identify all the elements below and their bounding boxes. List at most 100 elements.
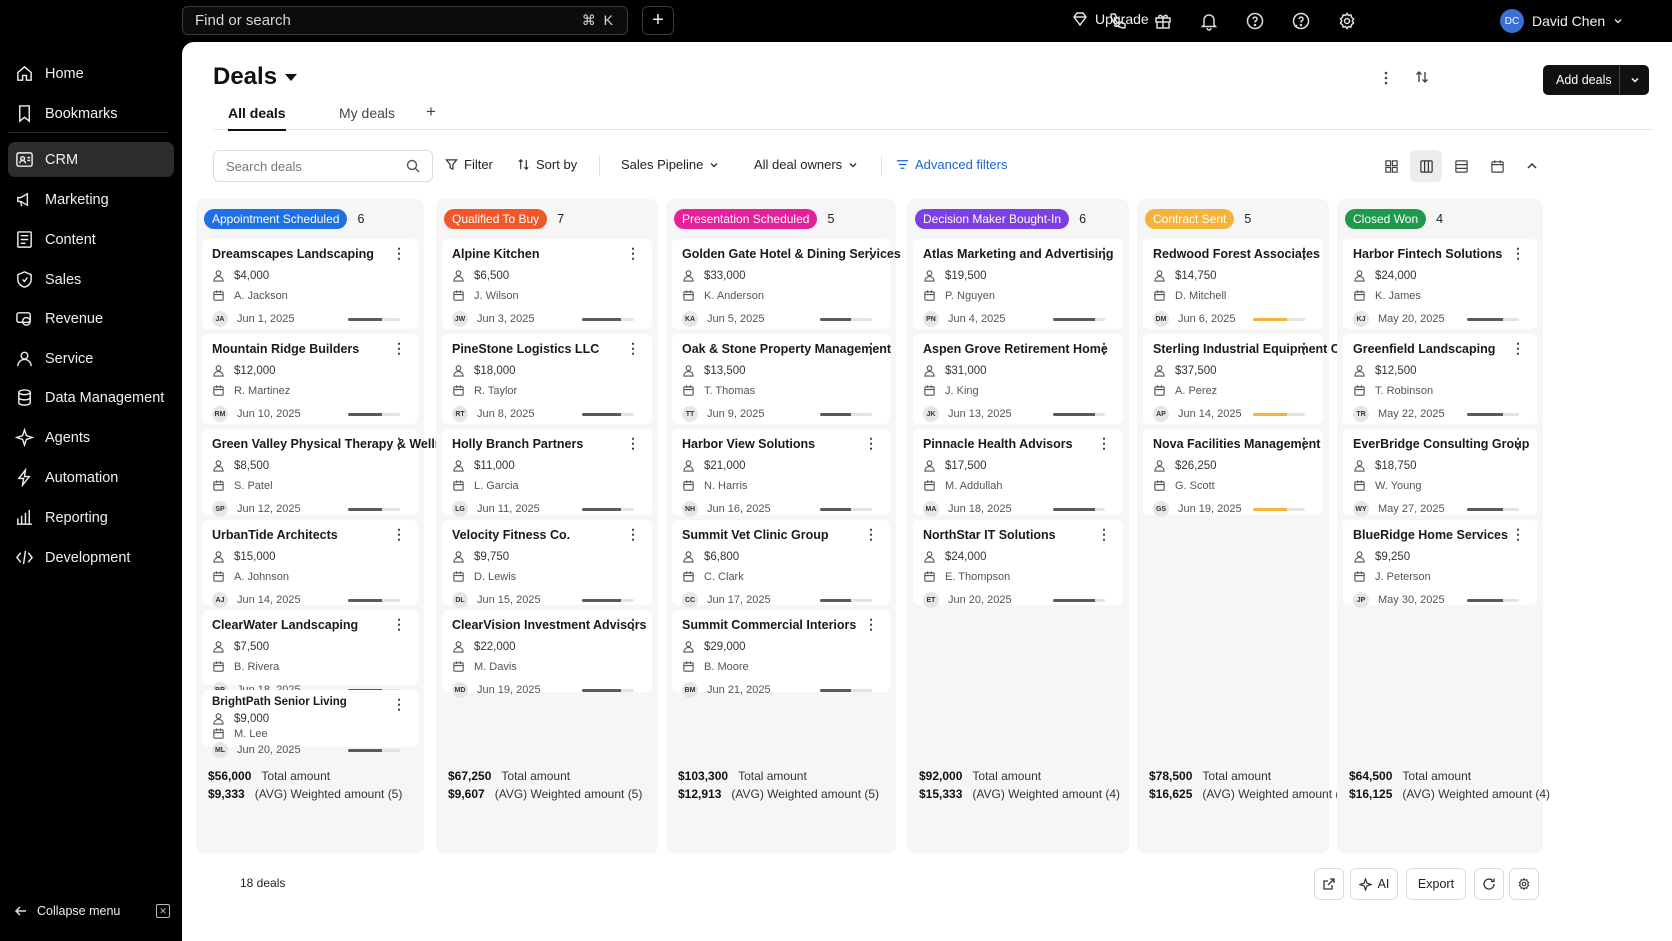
sidebar-item-reporting[interactable]: Reporting: [8, 500, 174, 535]
more-vertical-icon[interactable]: ⋮: [864, 616, 878, 633]
deal-title[interactable]: Velocity Fitness Co.: [452, 528, 570, 542]
more-vertical-icon[interactable]: ⋮: [392, 696, 406, 713]
deal-card[interactable]: ClearVision Investment Advisors ⋮ $22,00…: [442, 610, 652, 698]
more-vertical-icon[interactable]: ⋮: [1097, 526, 1111, 543]
deal-title[interactable]: ClearWater Landscaping: [212, 618, 358, 632]
view-calendar-button[interactable]: [1481, 150, 1513, 182]
deal-card[interactable]: Alpine Kitchen ⋮ $6,500 J. Wilson JW Jun …: [442, 239, 652, 329]
more-vertical-icon[interactable]: ⋮: [1097, 340, 1111, 357]
sidebar-item-automation[interactable]: Automation: [8, 460, 174, 495]
stage-badge[interactable]: Appointment Scheduled: [204, 209, 348, 229]
board-settings-button[interactable]: [1509, 868, 1539, 900]
stage-badge[interactable]: Decision Maker Bought-In: [915, 209, 1070, 229]
deal-card[interactable]: Atlas Marketing and Advertising ⋮ $19,50…: [913, 239, 1123, 329]
tab-all-deals[interactable]: All deals: [228, 105, 286, 131]
ai-button[interactable]: AI: [1350, 868, 1398, 900]
more-vertical-icon[interactable]: ⋮: [1511, 435, 1525, 452]
deal-title[interactable]: Harbor Fintech Solutions: [1353, 247, 1502, 261]
deal-title[interactable]: Greenfield Landscaping: [1353, 342, 1495, 356]
settings-icon[interactable]: [1337, 11, 1357, 31]
stage-badge[interactable]: Contract Sent: [1145, 209, 1235, 229]
deal-card[interactable]: UrbanTide Architects ⋮ $15,000 A. Johnso…: [202, 520, 418, 608]
filter-button[interactable]: Filter: [445, 157, 493, 172]
more-vertical-icon[interactable]: [1378, 70, 1394, 86]
pipeline-select[interactable]: Sales Pipeline: [621, 157, 719, 172]
deal-title[interactable]: Dreamscapes Landscaping: [212, 247, 374, 261]
global-search-input[interactable]: Find or search ⌘ K: [182, 6, 628, 35]
deal-card[interactable]: Velocity Fitness Co. ⋮ $9,750 D. Lewis D…: [442, 520, 652, 608]
sidebar-item-data-management[interactable]: Data Management: [8, 380, 174, 415]
create-new-button[interactable]: +: [642, 6, 674, 35]
deal-card[interactable]: Harbor View Solutions ⋮ $21,000 N. Harri…: [672, 429, 890, 517]
more-vertical-icon[interactable]: ⋮: [1511, 526, 1525, 543]
more-vertical-icon[interactable]: ⋮: [1297, 340, 1311, 357]
deal-card[interactable]: BlueRidge Home Services ⋮ $9,250 J. Pete…: [1343, 520, 1537, 608]
deal-card[interactable]: EverBridge Consulting Group ⋮ $18,750 W.…: [1343, 429, 1537, 517]
add-deals-dropdown[interactable]: [1620, 75, 1649, 85]
deal-title[interactable]: Harbor View Solutions: [682, 437, 815, 451]
gift-icon[interactable]: [1153, 11, 1173, 31]
more-vertical-icon[interactable]: ⋮: [1097, 245, 1111, 262]
sidebar-item-agents[interactable]: Agents: [8, 420, 174, 455]
deal-card[interactable]: Aspen Grove Retirement Home ⋮ $31,000 J.…: [913, 334, 1123, 424]
more-vertical-icon[interactable]: ⋮: [392, 616, 406, 633]
deal-title[interactable]: Pinnacle Health Advisors: [923, 437, 1073, 451]
deal-card[interactable]: Oak & Stone Property Management ⋮ $13,50…: [672, 334, 891, 424]
more-vertical-icon[interactable]: ⋮: [626, 616, 640, 633]
deal-title[interactable]: ClearVision Investment Advisors: [452, 618, 647, 632]
deal-card[interactable]: Summit Commercial Interiors ⋮ $29,000 B.…: [672, 610, 890, 698]
open-external-button[interactable]: [1314, 868, 1344, 900]
advanced-filters-button[interactable]: Advanced filters: [896, 157, 1008, 172]
search-deals-input[interactable]: Search deals: [213, 150, 433, 182]
deal-title[interactable]: Sterling Industrial Equipment Co.: [1153, 342, 1351, 356]
sort-arrows-icon[interactable]: [1414, 69, 1430, 85]
deal-title[interactable]: Atlas Marketing and Advertising: [923, 247, 1114, 261]
stage-badge[interactable]: Qualified To Buy: [444, 209, 548, 229]
more-vertical-icon[interactable]: ⋮: [864, 245, 878, 262]
deal-owners-select[interactable]: All deal owners: [754, 157, 858, 172]
deal-title[interactable]: BlueRidge Home Services: [1353, 528, 1508, 542]
more-vertical-icon[interactable]: ⋮: [1297, 435, 1311, 452]
deal-card[interactable]: Mountain Ridge Builders ⋮ $12,000 R. Mar…: [202, 334, 418, 424]
more-vertical-icon[interactable]: ⋮: [864, 526, 878, 543]
more-vertical-icon[interactable]: ⋮: [1097, 435, 1111, 452]
deal-title[interactable]: Summit Vet Clinic Group: [682, 528, 829, 542]
deal-card[interactable]: Nova Facilities Management ⋮ $26,250 G. …: [1143, 429, 1323, 517]
add-deals-button[interactable]: Add deals: [1543, 65, 1649, 95]
more-vertical-icon[interactable]: ⋮: [626, 435, 640, 452]
user-menu[interactable]: DC David Chen: [1500, 9, 1623, 33]
deal-card[interactable]: NorthStar IT Solutions ⋮ $24,000 E. Thom…: [913, 520, 1123, 608]
add-tab-button[interactable]: +: [426, 102, 436, 122]
sidebar-item-crm[interactable]: CRM: [8, 142, 174, 177]
more-vertical-icon[interactable]: ⋮: [1511, 340, 1525, 357]
close-icon[interactable]: ✕: [156, 904, 170, 918]
stage-badge[interactable]: Closed Won: [1345, 209, 1427, 229]
more-vertical-icon[interactable]: ⋮: [392, 245, 406, 262]
more-vertical-icon[interactable]: ⋮: [392, 526, 406, 543]
sidebar-item-service[interactable]: Service: [8, 341, 174, 376]
deal-title[interactable]: BrightPath Senior Living: [212, 696, 347, 708]
deal-card[interactable]: Pinnacle Health Advisors ⋮ $17,500 M. Ad…: [913, 429, 1123, 517]
stage-badge[interactable]: Presentation Scheduled: [674, 209, 818, 229]
deal-card[interactable]: PineStone Logistics LLC ⋮ $18,000 R. Tay…: [442, 334, 652, 424]
deal-card[interactable]: ClearWater Landscaping ⋮ $7,500 B. River…: [202, 610, 418, 698]
sidebar-item-sales[interactable]: Sales: [8, 262, 174, 297]
deal-title[interactable]: Nova Facilities Management: [1153, 437, 1320, 451]
deal-card[interactable]: Dreamscapes Landscaping ⋮ $4,000 A. Jack…: [202, 239, 418, 329]
collapse-menu-button[interactable]: Collapse menu ✕: [14, 904, 170, 918]
deal-title[interactable]: Oak & Stone Property Management: [682, 342, 891, 356]
deal-title[interactable]: PineStone Logistics LLC: [452, 342, 599, 356]
sidebar-item-home[interactable]: Home: [8, 56, 174, 91]
deal-card[interactable]: Greenfield Landscaping ⋮ $12,500 T. Robi…: [1343, 334, 1537, 424]
collapse-toolbar-button[interactable]: [1516, 150, 1548, 182]
sidebar-item-marketing[interactable]: Marketing: [8, 182, 174, 217]
deal-card[interactable]: Summit Vet Clinic Group ⋮ $6,800 C. Clar…: [672, 520, 890, 608]
deal-title[interactable]: Aspen Grove Retirement Home: [923, 342, 1108, 356]
deal-title[interactable]: Alpine Kitchen: [452, 247, 540, 261]
phone-icon[interactable]: [1108, 11, 1128, 31]
deal-title[interactable]: UrbanTide Architects: [212, 528, 338, 542]
sidebar-item-content[interactable]: Content: [8, 222, 174, 257]
page-title[interactable]: Deals: [213, 63, 298, 91]
more-vertical-icon[interactable]: ⋮: [626, 245, 640, 262]
more-vertical-icon[interactable]: ⋮: [1297, 245, 1311, 262]
